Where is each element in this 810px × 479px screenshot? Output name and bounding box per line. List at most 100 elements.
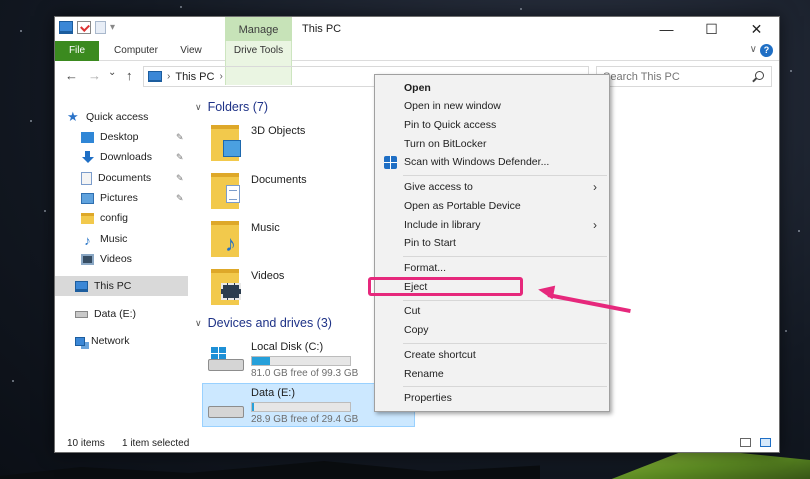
minimize-button[interactable]: — — [644, 17, 689, 41]
expand-ribbon-icon[interactable]: ∨ — [750, 44, 757, 55]
nav-label: Quick access — [86, 111, 149, 123]
menu-item-rename[interactable]: Rename — [377, 365, 607, 384]
nav-label: Documents — [98, 172, 152, 184]
folder-icon — [81, 212, 94, 224]
forward-button[interactable]: → — [88, 68, 101, 83]
breadcrumb-chevron-icon[interactable]: › — [167, 71, 170, 82]
nav-quick-access[interactable]: ★ Quick access — [67, 107, 188, 127]
nav-item-videos[interactable]: Videos — [55, 249, 188, 269]
menu-item-format[interactable]: Format... — [377, 259, 607, 278]
folder-item-music[interactable]: ♪ Music — [211, 219, 371, 263]
3d-objects-icon — [223, 140, 241, 157]
removable-drive-icon — [208, 394, 244, 422]
tab-view[interactable]: View — [173, 41, 209, 61]
nav-label: config — [100, 212, 129, 224]
nav-item-network[interactable]: Network — [55, 331, 188, 351]
menu-item-copy[interactable]: Copy — [377, 321, 607, 340]
folder-item-documents[interactable]: Documents — [211, 171, 371, 215]
menu-item-bitlocker[interactable]: Turn on BitLocker — [377, 135, 607, 154]
nav-label: Network — [91, 335, 130, 347]
nav-label: Pictures — [100, 192, 138, 204]
menu-item-give-access[interactable]: Give access to › — [377, 178, 607, 197]
back-button[interactable]: ← — [65, 68, 78, 83]
drive-name: Local Disk (C:) — [251, 341, 324, 353]
manage-context-tab[interactable]: Manage — [225, 17, 292, 41]
customize-toolbar-icon[interactable]: ▾ — [110, 22, 115, 33]
menu-item-label: Include in library — [404, 219, 481, 231]
nav-label: Desktop — [100, 131, 139, 143]
this-pc-icon[interactable] — [59, 21, 73, 34]
menu-item-cut[interactable]: Cut — [377, 302, 607, 321]
menu-item-create-shortcut[interactable]: Create shortcut — [377, 346, 607, 365]
navigation-pane: ★ Quick access Desktop ✎ Downloads ✎ Doc… — [55, 95, 188, 430]
nav-item-this-pc[interactable]: This PC — [55, 276, 188, 296]
item-count: 10 items — [67, 438, 105, 449]
menu-item-open-new-window[interactable]: Open in new window — [377, 97, 607, 116]
folder-item-3d-objects[interactable]: 3D Objects — [211, 123, 371, 167]
menu-item-portable-device[interactable]: Open as Portable Device — [377, 197, 607, 216]
pictures-icon — [81, 192, 94, 204]
nav-item-data-drive[interactable]: Data (E:) — [55, 304, 188, 324]
folder-label: Documents — [251, 174, 307, 186]
documents-icon — [226, 185, 240, 203]
large-icons-view-icon[interactable] — [760, 438, 771, 447]
drive-usage-fill — [252, 403, 254, 411]
desktop-icon — [81, 131, 94, 143]
menu-item-defender[interactable]: Scan with Windows Defender... — [377, 153, 607, 172]
new-folder-icon[interactable] — [95, 21, 106, 34]
collapse-icon[interactable]: ∨ — [195, 102, 202, 113]
nav-item-pictures[interactable]: Pictures ✎ — [55, 188, 188, 208]
windows-defender-icon — [384, 156, 397, 169]
maximize-button[interactable]: ☐ — [689, 17, 734, 41]
nav-item-downloads[interactable]: Downloads ✎ — [55, 147, 188, 167]
details-view-icon[interactable] — [740, 438, 751, 447]
collapse-icon[interactable]: ∨ — [195, 318, 202, 329]
up-button[interactable]: ↑ — [126, 68, 133, 83]
search-input[interactable] — [603, 70, 753, 83]
devices-group-header[interactable]: ∨ Devices and drives (3) — [195, 316, 332, 330]
breadcrumb-chevron-icon[interactable]: › — [219, 71, 222, 82]
documents-icon — [81, 171, 92, 185]
nav-item-music[interactable]: ♪ Music — [55, 229, 188, 249]
pin-icon[interactable]: ✎ — [176, 193, 184, 204]
menu-item-pin-quick-access[interactable]: Pin to Quick access — [377, 116, 607, 135]
music-icon: ♪ — [84, 232, 91, 248]
menu-item-pin-start[interactable]: Pin to Start — [377, 234, 607, 253]
folder-label: 3D Objects — [251, 125, 306, 137]
folders-group-header[interactable]: ∨ Folders (7) — [195, 100, 268, 114]
window-title: This PC — [302, 23, 342, 35]
pin-icon[interactable]: ✎ — [176, 152, 184, 163]
status-bar: 10 items 1 item selected — [55, 436, 779, 453]
menu-separator — [403, 343, 607, 344]
search-icon[interactable] — [755, 71, 764, 80]
menu-item-open[interactable]: Open — [377, 79, 607, 98]
help-icon[interactable]: ? — [760, 44, 773, 57]
tab-file[interactable]: File — [55, 41, 99, 61]
context-menu: Open Open in new window Pin to Quick acc… — [374, 74, 610, 412]
network-icon — [75, 336, 85, 346]
nav-item-documents[interactable]: Documents ✎ — [55, 168, 188, 188]
nav-item-config[interactable]: config — [55, 208, 188, 228]
pin-icon[interactable]: ✎ — [176, 132, 184, 143]
pin-icon[interactable]: ✎ — [176, 173, 184, 184]
recent-locations-button[interactable]: ⌄ — [108, 67, 116, 78]
folder-item-videos[interactable]: Videos — [211, 267, 371, 311]
nav-item-desktop[interactable]: Desktop ✎ — [55, 127, 188, 147]
close-button[interactable]: ✕ — [734, 17, 779, 41]
menu-item-properties[interactable]: Properties — [377, 389, 607, 408]
menu-item-label: Scan with Windows Defender... — [404, 156, 550, 168]
tab-computer[interactable]: Computer — [105, 41, 167, 61]
music-icon: ♪ — [225, 231, 236, 256]
drive-free-space: 81.0 GB free of 99.3 GB — [251, 368, 359, 379]
breadcrumb-this-pc[interactable]: This PC — [175, 71, 214, 83]
nav-label: This PC — [94, 280, 132, 292]
drive-usage-bar — [251, 402, 351, 412]
videos-icon — [221, 283, 241, 300]
this-pc-icon — [148, 71, 162, 82]
title-bar: ▾ Manage This PC — ☐ ✕ — [55, 17, 779, 41]
properties-icon[interactable] — [77, 21, 91, 34]
menu-item-include-library[interactable]: Include in library › — [377, 216, 607, 235]
nav-label: Downloads — [100, 151, 152, 163]
nav-label: Videos — [100, 253, 132, 265]
search-box[interactable] — [596, 66, 772, 87]
